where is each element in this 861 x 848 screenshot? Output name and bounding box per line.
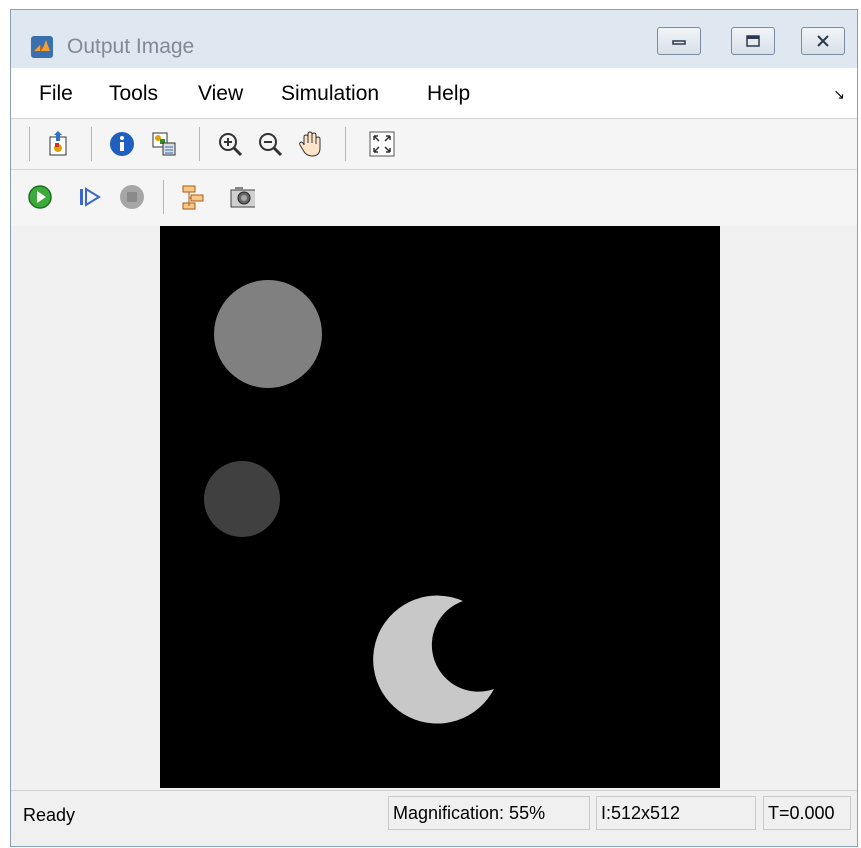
- toolbar-separator: [29, 127, 30, 161]
- status-bar: Ready Magnification: 55% I:512x512 T=0.0…: [11, 790, 857, 837]
- dock-arrow-icon[interactable]: ↘: [833, 86, 845, 103]
- matlab-logo-icon: [31, 36, 53, 58]
- maximize-icon: [746, 35, 760, 47]
- maximize-button[interactable]: [731, 27, 775, 55]
- toolbar-separator: [163, 180, 164, 214]
- snapshot-camera-icon[interactable]: [229, 184, 255, 210]
- stop-icon[interactable]: [119, 184, 145, 210]
- toolbar-separator: [345, 127, 346, 161]
- output-image-canvas[interactable]: [160, 226, 720, 788]
- toolbar-separator: [91, 127, 92, 161]
- info-icon[interactable]: [109, 131, 135, 157]
- gray-circle-top: [214, 280, 322, 388]
- minimize-icon: [672, 40, 686, 45]
- fit-to-view-icon[interactable]: [369, 131, 395, 157]
- menu-bar: File Tools View Simulation Help ↘: [11, 68, 857, 119]
- window-title: Output Image: [67, 35, 195, 58]
- go-to-parent-icon[interactable]: [45, 131, 71, 157]
- zoom-in-icon[interactable]: [217, 131, 243, 157]
- minimize-button[interactable]: [657, 27, 701, 55]
- menu-help[interactable]: Help: [427, 82, 470, 106]
- pan-hand-icon[interactable]: [297, 131, 323, 157]
- menu-file[interactable]: File: [39, 82, 73, 106]
- title-bar[interactable]: Output Image: [11, 10, 857, 68]
- highlight-block-icon[interactable]: [181, 184, 207, 210]
- toolbar-simulation: [11, 170, 857, 227]
- output-image-window: Output Image File Tools View Simulation …: [10, 9, 858, 847]
- close-icon: [817, 35, 829, 47]
- run-icon[interactable]: [27, 184, 53, 210]
- export-to-workspace-icon[interactable]: [151, 131, 177, 157]
- step-forward-icon[interactable]: [77, 184, 103, 210]
- status-time: T=0.000: [763, 796, 851, 830]
- close-button[interactable]: [801, 27, 845, 55]
- menu-tools[interactable]: Tools: [109, 82, 158, 106]
- menu-simulation[interactable]: Simulation: [281, 82, 379, 106]
- zoom-out-icon[interactable]: [257, 131, 283, 157]
- image-display-area: [11, 226, 857, 788]
- dark-circle-middle: [204, 461, 280, 537]
- status-magnification: Magnification: 55%: [388, 796, 590, 830]
- toolbar-view: [11, 119, 857, 170]
- menu-view[interactable]: View: [198, 82, 243, 106]
- status-ready-text: Ready: [23, 805, 76, 825]
- toolbar-separator: [199, 127, 200, 161]
- status-dimensions: I:512x512: [596, 796, 756, 830]
